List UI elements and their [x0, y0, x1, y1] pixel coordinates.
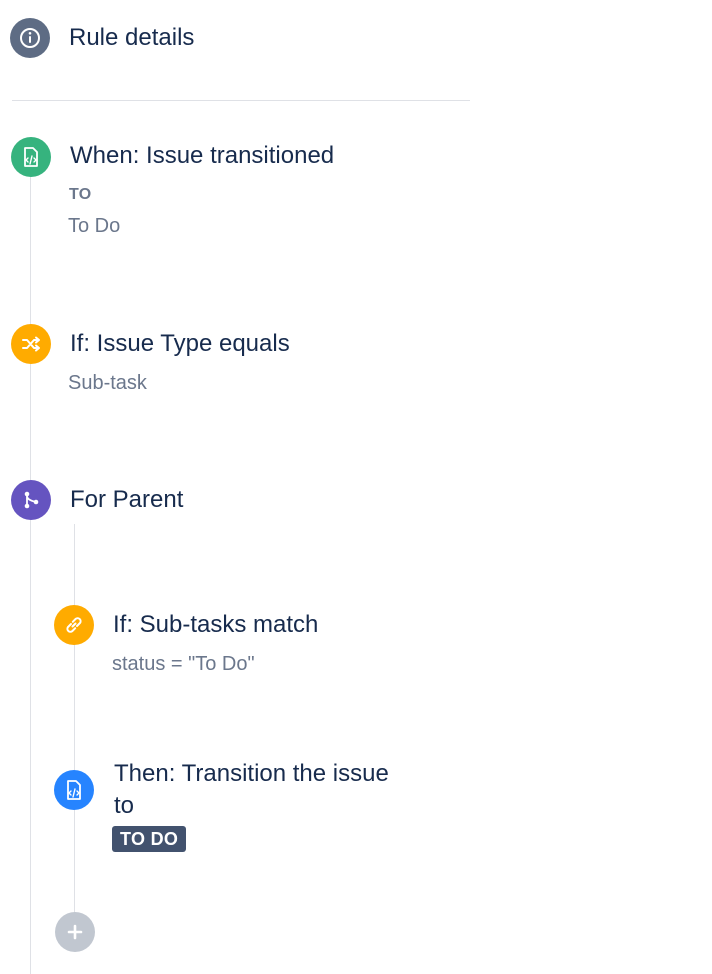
issue-transition-icon[interactable]: [54, 770, 94, 810]
branch-condition-value: status = "To Do": [112, 653, 255, 675]
branch-action-title-line2[interactable]: to: [114, 790, 134, 822]
info-icon[interactable]: [10, 18, 50, 58]
trigger-title[interactable]: When: Issue transitioned: [70, 140, 334, 172]
branch-title[interactable]: For Parent: [70, 484, 183, 516]
branch-flow-line: [74, 524, 75, 948]
branch-icon[interactable]: [11, 480, 51, 520]
trigger-field-value: To Do: [68, 215, 121, 237]
divider: [12, 100, 470, 101]
condition-title[interactable]: If: Issue Type equals: [70, 328, 290, 360]
trigger-field-label: TO: [69, 186, 92, 203]
main-flow-line: [30, 176, 31, 974]
link-icon[interactable]: [54, 605, 94, 645]
status-lozenge: TO DO: [112, 826, 187, 852]
issue-transition-icon[interactable]: [11, 137, 51, 177]
rule-details-title[interactable]: Rule details: [69, 22, 194, 54]
plus-icon[interactable]: [55, 912, 95, 952]
condition-value: Sub-task: [68, 372, 147, 394]
branch-action-title-line1[interactable]: Then: Transition the issue: [114, 758, 389, 790]
shuffle-icon[interactable]: [11, 324, 51, 364]
branch-condition-title[interactable]: If: Sub-tasks match: [113, 609, 318, 641]
rule-editor: Rule details When: Issue transitioned TO…: [0, 0, 712, 974]
